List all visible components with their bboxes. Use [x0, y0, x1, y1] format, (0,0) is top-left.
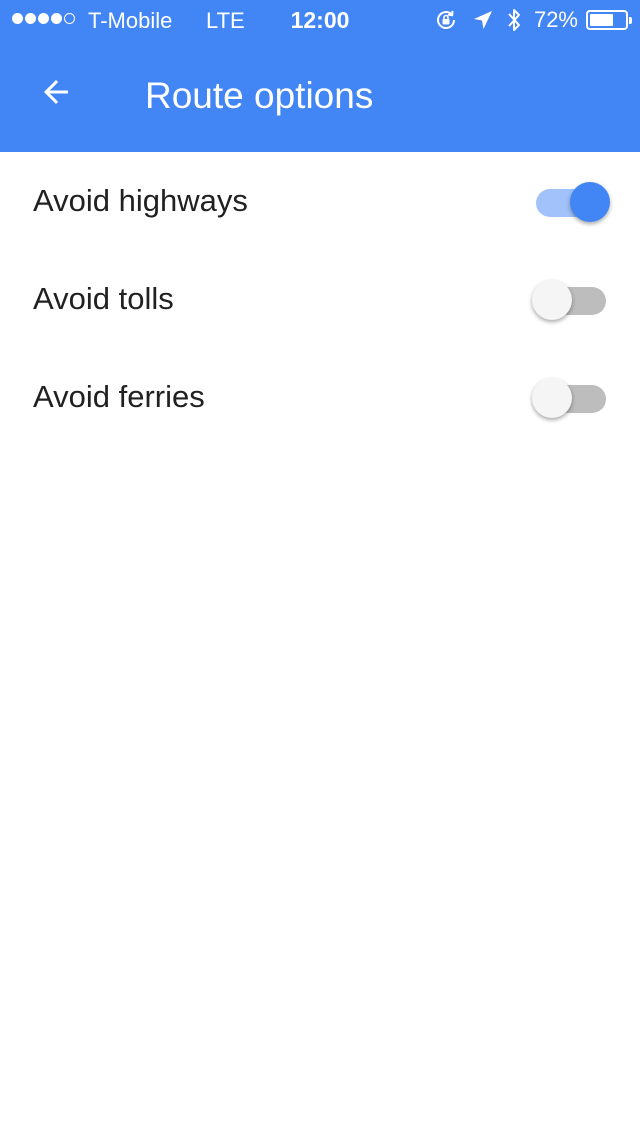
page-title: Route options — [145, 75, 374, 116]
signal-dot — [25, 13, 36, 24]
setting-label: Avoid tolls — [33, 281, 174, 316]
setting-label: Avoid ferries — [33, 379, 205, 414]
toolbar: Route options — [0, 40, 640, 152]
arrow-back-icon — [38, 74, 74, 115]
toggle-thumb — [532, 378, 572, 418]
route-options-screen: T-Mobile LTE 12:00 72% Route options Avo… — [0, 0, 640, 1136]
signal-dot — [38, 13, 49, 24]
network-type: LTE — [206, 8, 245, 33]
status-icons: 72% — [434, 7, 632, 33]
carrier-name: T-Mobile — [88, 8, 173, 33]
header: T-Mobile LTE 12:00 72% Route options — [0, 0, 640, 152]
battery-percent: 72% — [533, 7, 578, 32]
setting-row-avoid-tolls[interactable]: Avoid tolls — [0, 250, 640, 348]
signal-dot — [64, 13, 75, 24]
status-bar: T-Mobile LTE 12:00 72% — [0, 0, 640, 40]
toggle-thumb — [532, 280, 572, 320]
avoid-ferries-toggle[interactable] — [532, 378, 608, 418]
toggle-thumb — [570, 182, 610, 222]
bluetooth-icon — [506, 7, 522, 33]
settings-list: Avoid highways Avoid tolls Avoid ferries — [0, 152, 640, 446]
setting-row-avoid-ferries[interactable]: Avoid ferries — [0, 348, 640, 446]
setting-label: Avoid highways — [33, 183, 248, 218]
avoid-highways-toggle[interactable] — [534, 182, 610, 222]
rotation-lock-icon — [434, 8, 458, 32]
battery-icon — [586, 10, 632, 30]
signal-dot — [12, 13, 23, 24]
avoid-tolls-toggle[interactable] — [532, 280, 608, 320]
back-button[interactable] — [24, 62, 88, 126]
signal-strength-icon — [12, 13, 75, 24]
setting-row-avoid-highways[interactable]: Avoid highways — [0, 152, 640, 250]
location-arrow-icon — [472, 9, 494, 31]
signal-dot — [51, 13, 62, 24]
